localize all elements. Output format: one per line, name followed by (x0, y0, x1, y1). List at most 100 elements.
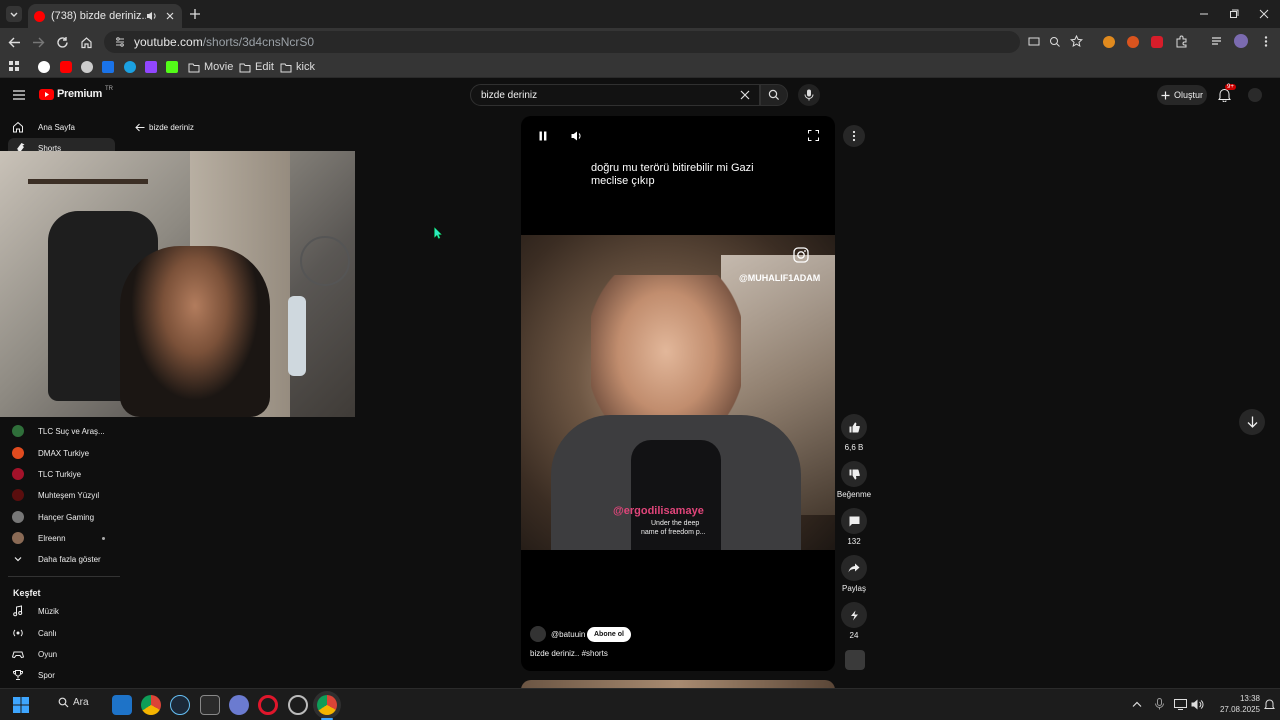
minimize-icon[interactable] (1198, 8, 1210, 20)
back-to-search[interactable]: bizde deriniz (135, 123, 194, 132)
channel-handle[interactable]: @batuuin (551, 630, 585, 639)
bookmark-star-icon[interactable] (1070, 35, 1083, 48)
youtube-bookmark-icon[interactable] (60, 61, 72, 73)
app-blue-circle-icon[interactable] (229, 695, 249, 715)
search-icon (768, 89, 780, 101)
edge-bookmark-icon[interactable] (124, 61, 136, 73)
speaker-icon[interactable] (1191, 699, 1204, 710)
chevron-up-icon[interactable] (1132, 700, 1142, 708)
apps-grid-icon[interactable] (8, 60, 20, 72)
network-icon[interactable] (1174, 699, 1187, 710)
fullscreen-icon[interactable] (808, 130, 819, 141)
sidebar-subscription-item[interactable]: DMAX Turkiye (0, 443, 120, 463)
dislike-button[interactable]: Beğenme (836, 461, 872, 499)
channel-avatar[interactable] (530, 626, 546, 642)
create-button[interactable]: Oluştur (1157, 85, 1207, 105)
subscribe-button[interactable]: Abone ol (587, 627, 631, 642)
search-input[interactable]: bizde deriniz (470, 84, 760, 106)
sidebar-item-sports[interactable]: Spor (0, 665, 120, 685)
pause-icon[interactable] (539, 131, 547, 141)
next-short-button[interactable] (1239, 409, 1265, 435)
sidebar-subscription-item[interactable]: TLC Turkiye (0, 464, 120, 484)
youtube-logo[interactable]: Premium TR (39, 86, 113, 100)
chrome-taskbar-icon[interactable] (141, 695, 161, 715)
file-explorer-icon[interactable] (112, 695, 132, 715)
close-tab-icon[interactable] (164, 10, 176, 22)
chatgpt-bookmark-icon[interactable] (81, 61, 93, 73)
live-broadcast-icon (13, 629, 23, 637)
video-title[interactable]: bizde deriniz.. #shorts (530, 649, 608, 658)
sidebar-subscription-item[interactable]: Elreenn (0, 528, 120, 548)
sidebar-subscription-item[interactable]: Muhteşem Yüzyıl (0, 485, 120, 505)
twitch-bookmark-icon[interactable] (145, 61, 157, 73)
app-gear-icon[interactable] (288, 695, 308, 715)
sound-thumbnail[interactable] (845, 650, 865, 670)
sidebar-item-home[interactable]: Ana Sayfa (0, 117, 120, 137)
bookmark-folder-movie[interactable]: Movie (188, 59, 233, 75)
sidebar-subscription-item[interactable]: TLC Suç ve Araş... (0, 421, 120, 441)
more-options-button[interactable] (843, 125, 865, 147)
address-bar[interactable]: youtube.com/shorts/3d4cnsNcrS0 (104, 31, 1020, 53)
speaker-icon[interactable] (146, 10, 158, 22)
sidebar-item-gaming[interactable]: Oyun (0, 644, 120, 664)
close-window-icon[interactable] (1258, 8, 1270, 20)
notification-badge: 9+ (1225, 84, 1236, 90)
windows-start-icon[interactable] (13, 697, 29, 713)
sidebar-item-music[interactable]: Müzik (0, 601, 120, 621)
bookmark-folder-kick[interactable]: kick (280, 59, 315, 75)
extensions-puzzle-icon[interactable] (1175, 35, 1188, 48)
share-button[interactable]: Paylaş (836, 555, 872, 593)
show-more-button[interactable]: Daha fazla göster (0, 549, 120, 569)
home-icon[interactable] (80, 36, 93, 49)
taskbar-date[interactable]: 27.08.2025 (1208, 705, 1260, 714)
microphone-icon[interactable] (1155, 698, 1164, 710)
like-button[interactable]: 6,6 B (841, 414, 867, 452)
restore-icon[interactable] (1228, 8, 1240, 20)
comments-button[interactable]: 132 (841, 508, 867, 546)
sidebar-subscription-item[interactable]: Hançer Gaming (0, 507, 120, 527)
extension-red-icon[interactable] (1151, 36, 1163, 48)
tab-search-button[interactable] (6, 6, 22, 22)
outlook-bookmark-icon[interactable] (102, 61, 114, 73)
taskbar-search-label: Ara (73, 697, 89, 708)
chrome-active-taskbar-icon[interactable] (317, 695, 337, 715)
reading-list-icon[interactable] (1210, 35, 1223, 48)
clear-search-icon[interactable] (739, 89, 751, 101)
opera-icon[interactable] (258, 695, 278, 715)
next-short-preview[interactable] (521, 680, 835, 688)
account-avatar[interactable] (1248, 88, 1262, 102)
sidebar-item-label: Muhteşem Yüzyıl (38, 490, 100, 500)
extension-fox-icon[interactable] (1127, 36, 1139, 48)
kick-bookmark-icon[interactable] (166, 61, 178, 73)
forward-arrow-icon[interactable] (32, 36, 45, 49)
taskbar-search[interactable]: Ara (58, 697, 89, 708)
new-tab-icon[interactable] (189, 8, 201, 20)
channel-avatar (12, 511, 24, 523)
site-info-icon[interactable] (114, 36, 126, 48)
thumbs-down-icon (849, 468, 860, 479)
notifications-button[interactable]: 9+ (1218, 84, 1236, 102)
google-bookmark-icon[interactable] (38, 61, 50, 73)
browser-tab[interactable]: (738) bizde deriniz.. #shorts (28, 4, 182, 28)
menu-dots-icon[interactable] (1260, 35, 1272, 48)
zoom-icon[interactable] (1049, 36, 1061, 48)
volume-icon[interactable] (571, 131, 582, 141)
profile-avatar[interactable] (1234, 34, 1248, 48)
bookmark-folder-edit[interactable]: Edit (239, 59, 274, 75)
reload-icon[interactable] (56, 36, 69, 49)
url-path: /shorts/3d4cnsNcrS0 (202, 35, 315, 49)
cast-icon[interactable] (1028, 36, 1040, 48)
voice-search-button[interactable] (798, 84, 820, 106)
hamburger-menu-icon[interactable] (13, 90, 25, 100)
notification-center-icon[interactable] (1264, 698, 1275, 711)
shorts-player[interactable]: doğru mu terörü bitirebilir mi Gazi mecl… (521, 116, 835, 671)
steam-icon[interactable] (170, 695, 190, 715)
epic-games-icon[interactable] (200, 695, 220, 715)
extension-orange-icon[interactable] (1103, 36, 1115, 48)
remix-button[interactable]: 24 (841, 602, 867, 640)
sidebar-item-live[interactable]: Canlı (0, 623, 120, 643)
video-caption: doğru mu terörü bitirebilir mi Gazi mecl… (591, 162, 754, 187)
back-arrow-icon[interactable] (8, 36, 21, 49)
taskbar-time[interactable]: 13:38 (1222, 694, 1260, 703)
search-button[interactable] (760, 84, 788, 106)
